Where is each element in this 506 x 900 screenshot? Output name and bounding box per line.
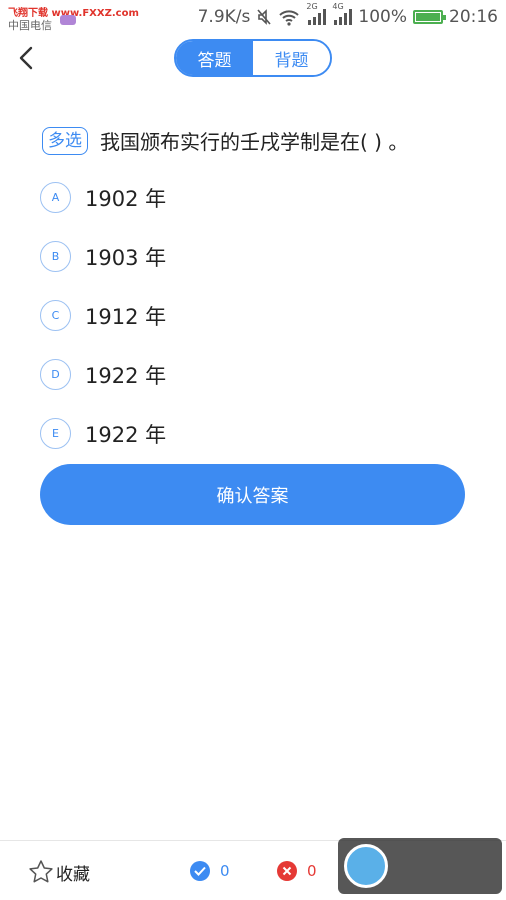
option-letter: D bbox=[40, 359, 71, 390]
star-icon bbox=[29, 860, 53, 883]
correct-count: 0 bbox=[190, 861, 230, 881]
status-indicators: 7.9K/s 2G 4G 100% 20:16 bbox=[197, 2, 498, 28]
question-type-badge: 多选 bbox=[42, 126, 88, 155]
question: 多选 我国颁布实行的壬戌学制是在( ) 。 bbox=[42, 126, 482, 155]
option-b[interactable]: B 1903 年 bbox=[40, 227, 470, 286]
signal-2g-icon: 2G bbox=[306, 2, 327, 26]
signal-2g-label: 2G bbox=[306, 2, 318, 11]
option-e[interactable]: E 1922 年 bbox=[40, 404, 470, 463]
check-icon bbox=[190, 861, 210, 881]
wrong-count: 0 bbox=[277, 861, 317, 881]
battery-icon bbox=[413, 10, 446, 24]
option-letter: E bbox=[40, 418, 71, 449]
network-speed: 7.9K/s bbox=[197, 7, 251, 27]
option-text: 1903 年 bbox=[85, 245, 167, 270]
tab-recite[interactable]: 背题 bbox=[253, 41, 330, 75]
correct-count-value: 0 bbox=[220, 862, 230, 880]
option-text: 1922 年 bbox=[85, 422, 167, 447]
wrong-count-value: 0 bbox=[307, 862, 317, 880]
option-text: 1922 年 bbox=[85, 363, 167, 388]
carrier-name: 中国电信 bbox=[8, 19, 52, 32]
option-a[interactable]: A 1902 年 bbox=[40, 168, 470, 227]
confirm-answer-button[interactable]: 确认答案 bbox=[40, 464, 465, 525]
wifi-icon bbox=[278, 8, 300, 26]
battery-percent: 100% bbox=[358, 7, 407, 27]
mode-switch: 答题 背题 bbox=[174, 39, 332, 77]
mute-icon bbox=[256, 8, 272, 26]
question-text: 我国颁布实行的壬戌学制是在( ) 。 bbox=[100, 130, 409, 154]
signal-4g-icon: 4G bbox=[332, 2, 353, 26]
chevron-left-icon bbox=[19, 46, 33, 70]
hd-badge-icon bbox=[60, 15, 76, 25]
option-c[interactable]: C 1912 年 bbox=[40, 286, 470, 345]
signal-4g-label: 4G bbox=[332, 2, 344, 11]
option-letter: C bbox=[40, 300, 71, 331]
status-bar: 飞翔下载 www.FXXZ.com 中国电信 7.9K/s 2G 4G 100%… bbox=[0, 0, 506, 34]
cross-icon bbox=[277, 861, 297, 881]
watermark-logo bbox=[338, 838, 502, 894]
option-text: 1902 年 bbox=[85, 186, 167, 211]
option-text: 1912 年 bbox=[85, 304, 167, 329]
logo-icon bbox=[344, 844, 388, 888]
back-button[interactable] bbox=[10, 40, 42, 76]
clock: 20:16 bbox=[449, 7, 498, 27]
option-letter: B bbox=[40, 241, 71, 272]
option-d[interactable]: D 1922 年 bbox=[40, 345, 470, 404]
option-letter: A bbox=[40, 182, 71, 213]
favorite-button[interactable]: 收藏 bbox=[28, 859, 90, 885]
favorite-label: 收藏 bbox=[56, 864, 90, 885]
tab-answer[interactable]: 答题 bbox=[176, 41, 253, 75]
options-list: A 1902 年 B 1903 年 C 1912 年 D 1922 年 E 19… bbox=[40, 168, 470, 463]
